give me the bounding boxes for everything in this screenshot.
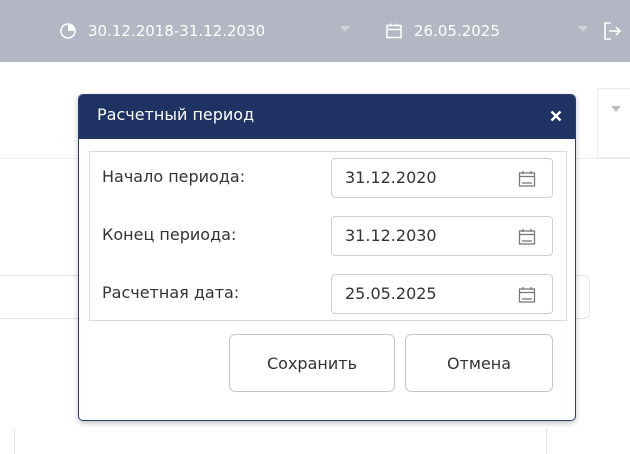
background-dropdown — [597, 88, 630, 158]
chevron-down-icon[interactable] — [578, 26, 588, 32]
cancel-button[interactable]: Отмена — [405, 334, 553, 392]
period-end-field[interactable]: 31.12.2030 — [331, 216, 553, 256]
calc-date-selector[interactable]: 26.05.2025 — [384, 19, 500, 43]
period-start-field[interactable]: 31.12.2020 — [331, 158, 553, 198]
calc-date-row: Расчетная дата: 25.05.2025 — [90, 274, 566, 314]
calendar-icon — [384, 21, 404, 41]
period-form: Начало периода: 31.12.2020 Конец периода… — [89, 151, 567, 321]
calendar-icon[interactable] — [518, 286, 536, 304]
save-button[interactable]: Сохранить — [229, 334, 395, 392]
period-end-row: Конец периода: 31.12.2030 — [90, 216, 566, 256]
close-icon[interactable] — [545, 105, 567, 127]
calc-date-field[interactable]: 25.05.2025 — [331, 274, 553, 314]
top-header-bar: 30.12.2018-31.12.2030 26.05.2025 — [0, 0, 630, 62]
background-table-border — [546, 428, 547, 454]
calc-date-text: 26.05.2025 — [414, 22, 500, 40]
chevron-down-icon[interactable] — [340, 26, 350, 32]
period-start-row: Начало периода: 31.12.2020 — [90, 158, 566, 198]
period-end-value: 31.12.2030 — [345, 226, 437, 245]
dialog-title: Расчетный период — [97, 105, 255, 124]
calc-period-dialog: Расчетный период Начало периода: 31.12.2… — [78, 94, 576, 421]
dialog-header: Расчетный период — [79, 95, 575, 139]
period-range-text: 30.12.2018-31.12.2030 — [88, 22, 266, 40]
background-table-border — [14, 428, 15, 454]
period-end-label: Конец периода: — [102, 225, 237, 244]
calendar-icon[interactable] — [518, 170, 536, 188]
chevron-down-icon — [611, 106, 621, 112]
calc-date-value: 25.05.2025 — [345, 284, 437, 303]
period-start-value: 31.12.2020 — [345, 168, 437, 187]
logout-icon[interactable] — [601, 20, 623, 42]
period-start-label: Начало периода: — [102, 167, 246, 186]
pie-clock-icon — [58, 21, 78, 41]
period-range-selector[interactable]: 30.12.2018-31.12.2030 — [58, 19, 265, 43]
calc-date-label: Расчетная дата: — [102, 283, 240, 302]
calendar-icon[interactable] — [518, 228, 536, 246]
